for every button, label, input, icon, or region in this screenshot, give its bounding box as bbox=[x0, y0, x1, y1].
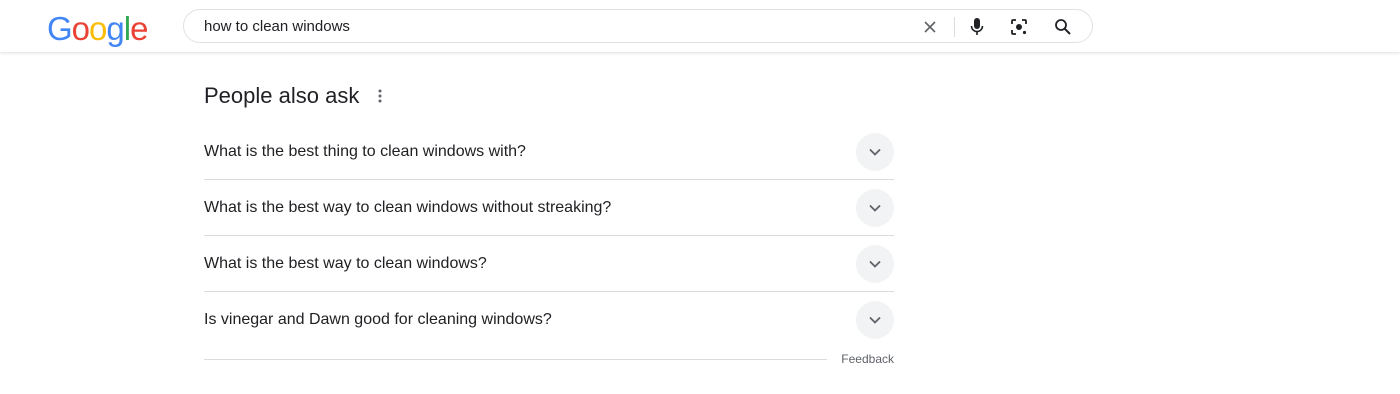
logo-letter: g bbox=[106, 10, 124, 47]
paa-list: What is the best thing to clean windows … bbox=[204, 124, 894, 347]
more-vert-icon[interactable] bbox=[373, 85, 387, 107]
divider bbox=[204, 358, 828, 360]
search-box[interactable] bbox=[183, 9, 1093, 43]
paa-title: People also ask bbox=[204, 83, 360, 108]
chevron-down-icon[interactable] bbox=[856, 132, 894, 171]
camera-lens-icon[interactable] bbox=[1007, 15, 1031, 39]
search-box-divider bbox=[954, 17, 955, 37]
close-icon[interactable] bbox=[918, 15, 942, 39]
paa-question[interactable]: Is vinegar and Dawn good for cleaning wi… bbox=[204, 292, 894, 347]
logo-letter: o bbox=[71, 10, 90, 47]
chevron-down-icon[interactable] bbox=[856, 244, 894, 283]
google-logo[interactable]: Google bbox=[47, 9, 148, 49]
logo-letter: e bbox=[130, 10, 148, 47]
people-also-ask: People also ask What is the best thing t… bbox=[204, 78, 894, 369]
paa-question[interactable]: What is the best way to clean windows? bbox=[204, 236, 894, 292]
feedback-link[interactable]: Feedback bbox=[841, 352, 894, 366]
microphone-icon[interactable] bbox=[965, 15, 989, 39]
paa-question-text: What is the best way to clean windows wi… bbox=[204, 198, 612, 216]
paa-question[interactable]: What is the best thing to clean windows … bbox=[204, 124, 894, 180]
paa-heading: People also ask bbox=[204, 78, 894, 114]
top-bar: Google bbox=[0, 0, 1400, 52]
logo-letter: G bbox=[47, 10, 73, 47]
chevron-down-icon[interactable] bbox=[856, 188, 894, 227]
paa-question-text: Is vinegar and Dawn good for cleaning wi… bbox=[204, 310, 552, 328]
chevron-down-icon[interactable] bbox=[856, 300, 894, 339]
paa-question-text: What is the best way to clean windows? bbox=[204, 254, 487, 272]
search-icon[interactable] bbox=[1051, 15, 1075, 39]
paa-question-text: What is the best thing to clean windows … bbox=[204, 142, 526, 160]
logo-letter: o bbox=[89, 10, 107, 47]
paa-question[interactable]: What is the best way to clean windows wi… bbox=[204, 180, 894, 236]
search-input[interactable] bbox=[204, 16, 904, 36]
feedback-row: Feedback bbox=[204, 349, 894, 369]
